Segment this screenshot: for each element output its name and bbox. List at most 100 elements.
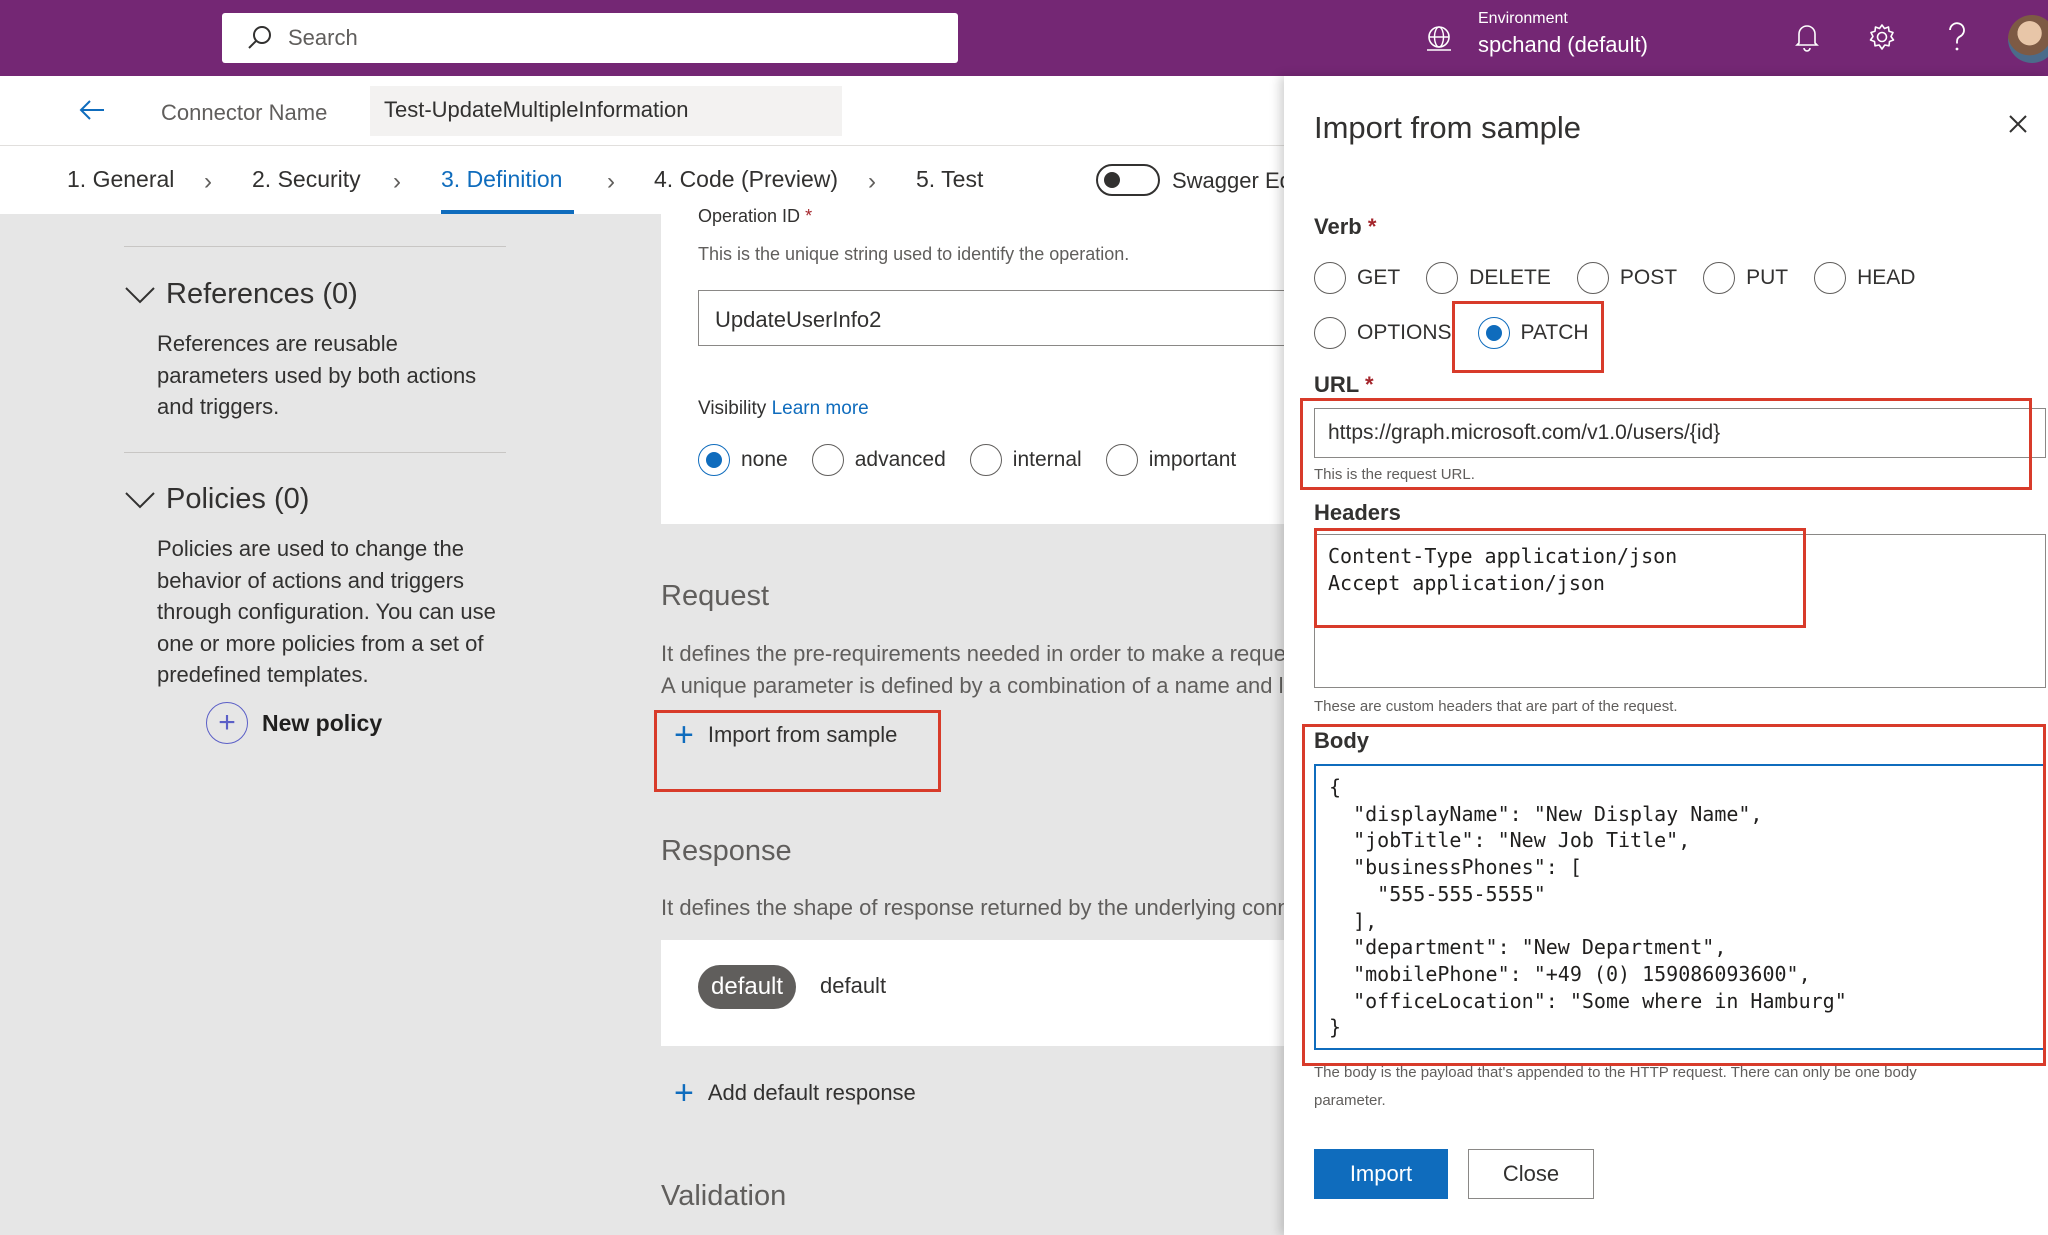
body-hint-line-1: The body is the payload that's appended … bbox=[1314, 1064, 1917, 1081]
close-icon[interactable] bbox=[2008, 114, 2028, 134]
visibility-radio-none[interactable] bbox=[698, 444, 730, 476]
panel-title: Import from sample bbox=[1314, 110, 1582, 145]
verb-options-row-1: GET DELETE POST PUT HEAD bbox=[1314, 262, 1939, 294]
response-default-text: default bbox=[820, 973, 887, 998]
chevron-down-icon bbox=[125, 286, 155, 303]
environment-value: spchand (default) bbox=[1478, 32, 1648, 57]
new-policy-button[interactable]: + New policy bbox=[206, 702, 382, 744]
top-bar: Search Environment spchand (default) bbox=[0, 0, 2048, 76]
highlight-patch bbox=[1452, 301, 1604, 373]
required-marker: * bbox=[805, 206, 813, 226]
divider bbox=[124, 246, 506, 247]
tab-general[interactable]: 1. General bbox=[67, 166, 174, 193]
url-label-text: URL bbox=[1314, 372, 1359, 397]
search-box[interactable]: Search bbox=[222, 13, 958, 63]
environment-selector[interactable]: Environment spchand (default) bbox=[1478, 10, 1648, 58]
visibility-label-text: Visibility bbox=[698, 398, 767, 419]
headers-hint: These are custom headers that are part o… bbox=[1314, 698, 1678, 715]
bell-icon[interactable] bbox=[1795, 22, 1819, 52]
chevron-down-icon bbox=[125, 491, 155, 508]
visibility-label: Visibility Learn more bbox=[698, 398, 869, 420]
response-description: It defines the shape of response returne… bbox=[661, 895, 1284, 920]
highlight-headers bbox=[1314, 528, 1806, 628]
gear-icon[interactable] bbox=[1867, 22, 1897, 52]
verb-option-label: OPTIONS bbox=[1357, 321, 1452, 344]
search-icon bbox=[248, 26, 271, 49]
tab-definition[interactable]: 3. Definition bbox=[441, 166, 562, 193]
add-icon: + bbox=[206, 702, 248, 744]
import-button[interactable]: Import bbox=[1314, 1149, 1448, 1199]
visibility-radio-important[interactable] bbox=[1105, 444, 1138, 476]
add-default-response-label: Add default response bbox=[707, 1080, 916, 1105]
chevron-right-icon: › bbox=[868, 168, 876, 195]
verb-option-label: GET bbox=[1357, 266, 1401, 289]
operation-id-label: Operation ID * bbox=[698, 206, 812, 227]
new-policy-label: New policy bbox=[262, 709, 383, 736]
references-description: References are reusable parameters used … bbox=[157, 331, 477, 419]
references-title: References (0) bbox=[166, 278, 358, 310]
visibility-radio-internal[interactable] bbox=[969, 444, 1002, 476]
swagger-editor-toggle[interactable] bbox=[1096, 164, 1160, 196]
highlight-import-button bbox=[654, 710, 941, 792]
verb-radio-post[interactable] bbox=[1576, 262, 1609, 294]
divider bbox=[124, 452, 506, 453]
response-title: Response bbox=[661, 835, 792, 867]
close-button[interactable]: Close bbox=[1468, 1149, 1594, 1199]
policies-header[interactable]: Policies (0) bbox=[124, 483, 309, 516]
verb-option-label: DELETE bbox=[1469, 266, 1551, 289]
visibility-options: none advanced internal important bbox=[698, 444, 1260, 476]
wizard-tabs: 1. General › 2. Security › 3. Definition… bbox=[0, 146, 1322, 214]
url-label: URL * bbox=[1314, 372, 1374, 398]
response-default-pill[interactable]: default bbox=[698, 965, 797, 1009]
help-icon[interactable] bbox=[1947, 22, 1967, 54]
connector-name-label: Connector Name bbox=[161, 100, 328, 125]
required-marker: * bbox=[1364, 372, 1374, 397]
verb-option-label: PUT bbox=[1746, 266, 1789, 289]
environment-label: Environment bbox=[1478, 10, 1568, 27]
verb-radio-delete[interactable] bbox=[1426, 262, 1459, 294]
add-default-response-button[interactable]: + Add default response bbox=[674, 1076, 916, 1110]
verb-option-label: POST bbox=[1619, 266, 1678, 289]
visibility-radio-advanced[interactable] bbox=[811, 444, 844, 476]
add-icon: + bbox=[674, 1074, 694, 1112]
body-hint-line-2: parameter. bbox=[1314, 1092, 1386, 1109]
highlight-url bbox=[1300, 398, 2032, 490]
visibility-option-label: advanced bbox=[854, 448, 946, 471]
verb-label: Verb * bbox=[1314, 214, 1376, 240]
tab-test[interactable]: 5. Test bbox=[916, 166, 983, 193]
visibility-option-label: none bbox=[741, 448, 788, 471]
operation-id-input[interactable]: UpdateUserInfo2 bbox=[698, 290, 1298, 346]
verb-radio-options[interactable] bbox=[1314, 317, 1346, 349]
environment-icon[interactable] bbox=[1424, 24, 1454, 54]
visibility-option-label: important bbox=[1148, 448, 1237, 471]
chevron-right-icon: › bbox=[393, 168, 401, 195]
chevron-right-icon: › bbox=[204, 168, 212, 195]
verb-radio-get[interactable] bbox=[1314, 262, 1346, 294]
toggle-knob bbox=[1104, 172, 1120, 188]
references-header[interactable]: References (0) bbox=[124, 278, 358, 311]
left-sidebar: References (0) References are reusable p… bbox=[0, 214, 510, 1235]
visibility-option-label: internal bbox=[1012, 448, 1082, 471]
validation-title: Validation bbox=[661, 1180, 787, 1212]
verb-radio-put[interactable] bbox=[1703, 262, 1736, 294]
import-from-sample-panel: Import from sample Verb * GET DELETE POS… bbox=[1284, 76, 2048, 1235]
back-arrow-icon[interactable] bbox=[78, 96, 106, 124]
headers-label: Headers bbox=[1314, 500, 1401, 525]
highlight-body bbox=[1302, 724, 2046, 1066]
learn-more-link[interactable]: Learn more bbox=[772, 398, 869, 419]
connector-header: Connector Name Test-UpdateMultipleInform… bbox=[0, 76, 1284, 146]
policies-title: Policies (0) bbox=[166, 483, 310, 515]
connector-name-input[interactable]: Test-UpdateMultipleInformation bbox=[370, 86, 842, 136]
tab-security[interactable]: 2. Security bbox=[252, 166, 361, 193]
chevron-right-icon: › bbox=[607, 168, 615, 195]
verb-radio-head[interactable] bbox=[1814, 262, 1847, 294]
avatar[interactable] bbox=[2008, 15, 2048, 63]
tab-code-preview[interactable]: 4. Code (Preview) bbox=[654, 166, 838, 193]
request-description-1: It defines the pre-requirements needed i… bbox=[661, 641, 1284, 666]
verb-option-label: HEAD bbox=[1857, 266, 1916, 289]
required-marker: * bbox=[1367, 214, 1377, 239]
policies-description: Policies are used to change the behavior… bbox=[157, 536, 496, 687]
operation-id-label-text: Operation ID bbox=[698, 206, 801, 226]
request-description-2: A unique parameter is defined by a combi… bbox=[661, 673, 1284, 698]
request-title: Request bbox=[661, 580, 770, 612]
